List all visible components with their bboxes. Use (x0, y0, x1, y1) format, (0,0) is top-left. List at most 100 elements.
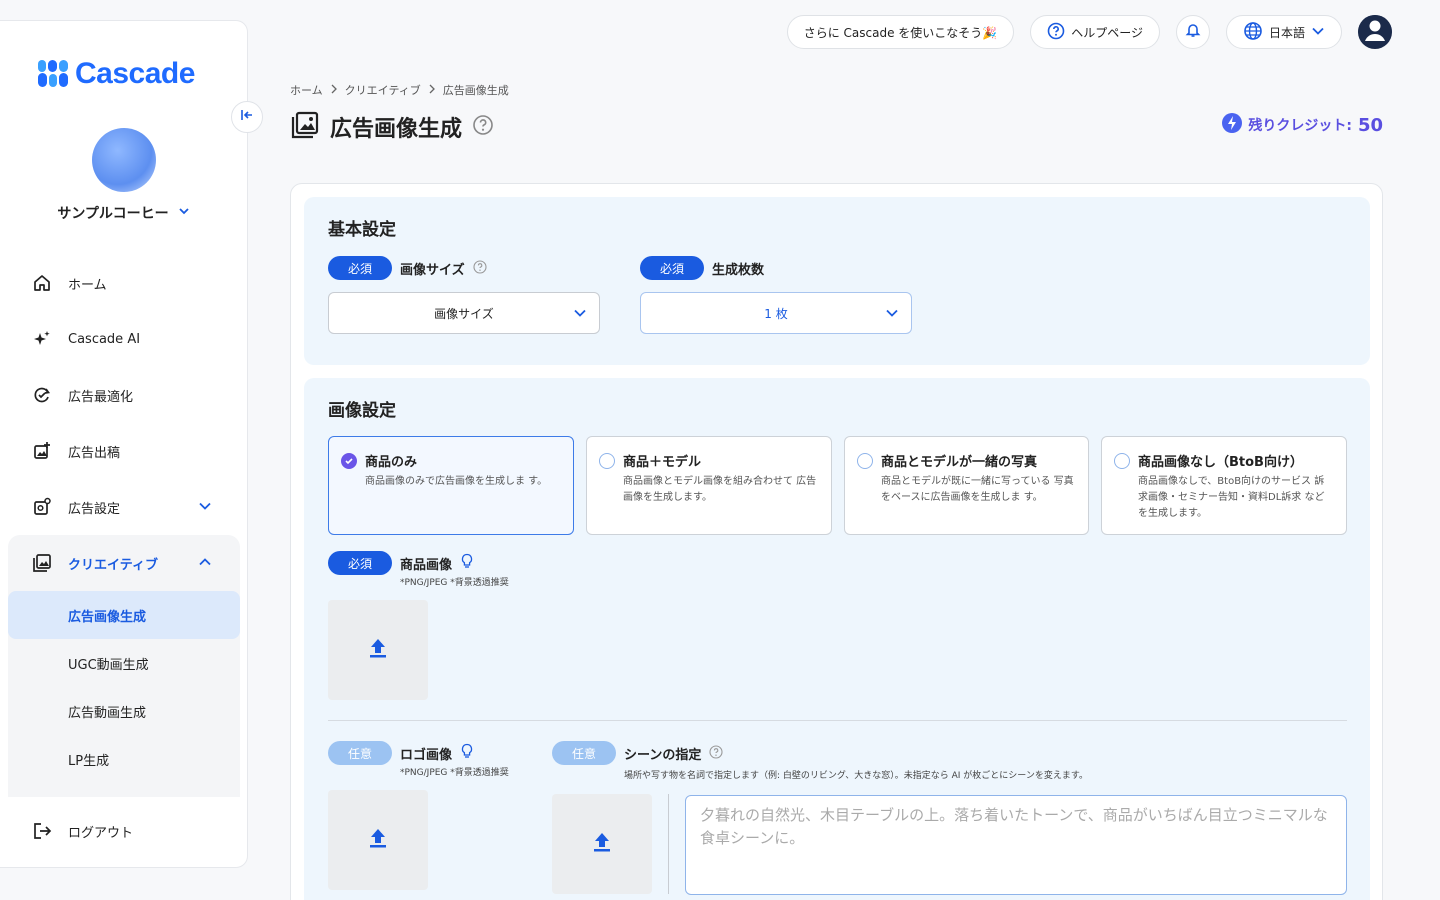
chevron-down-icon (1311, 24, 1325, 41)
count-select[interactable]: 1 枚 (640, 292, 912, 334)
scene-image-upload[interactable] (552, 794, 652, 894)
sidebar-item-label: クリエイティブ (68, 557, 158, 573)
option-product-model[interactable]: 商品＋モデル 商品画像とモデル画像を組み合わせて 広告画像を生成します。 (586, 436, 832, 535)
sidebar-subitem-ugc-video[interactable]: UGC動画生成 (8, 639, 240, 687)
sidebar-item-cascade-ai[interactable]: Cascade AI (8, 311, 240, 367)
option-title: 商品画像なし（BtoB向け） (1138, 455, 1303, 470)
option-title: 商品＋モデル (623, 455, 702, 470)
optional-badge: 任意 (328, 741, 392, 765)
logo-image-label: ロゴ画像 (400, 747, 453, 763)
credits-indicator: 残りクレジット: 50 (1222, 113, 1383, 137)
option-desc: 商品画像なしで、BtoB向けのサービス 訴求画像・セミナー告知・資料DL訴求 な… (1138, 476, 1325, 519)
help-label: ヘルプページ (1071, 25, 1143, 40)
count-label-row: 必須 生成枚数 (640, 256, 764, 280)
option-desc: 商品画像とモデル画像を組み合わせて 広告画像を生成します。 (623, 476, 817, 503)
option-desc: 商品とモデルが既に一緒に写っている 写真をベースに広告画像を生成しま す。 (881, 476, 1074, 503)
option-title: 商品とモデルが一緒の写真 (881, 455, 1038, 470)
credits-label: 残りクレジット: (1248, 118, 1352, 134)
breadcrumb-current: 広告画像生成 (442, 84, 509, 97)
question-icon[interactable] (473, 259, 487, 278)
sidebar-item-label: 広告設定 (68, 501, 121, 517)
lightbulb-icon[interactable] (460, 743, 474, 763)
product-image-upload[interactable] (328, 600, 428, 700)
breadcrumb-creative[interactable]: クリエイティブ (345, 82, 421, 98)
product-image-note: *PNG/JPEG *背景透過推奨 (400, 578, 509, 588)
image-size-label-row: 必須 画像サイズ (328, 256, 487, 280)
radio-unselected-icon (1114, 453, 1130, 469)
user-avatar-button[interactable] (1358, 15, 1392, 49)
logout-icon (32, 821, 52, 841)
option-title: 商品のみ (365, 455, 418, 470)
sidebar: Cascade サンプルコーヒー ホーム Cascade AI 広告最適化 広告… (0, 20, 248, 868)
notification-button[interactable] (1175, 15, 1210, 49)
required-badge: 必須 (640, 256, 704, 280)
publish-icon (32, 441, 52, 461)
optional-badge: 任意 (552, 741, 616, 765)
language-selector[interactable]: 日本語 (1225, 15, 1342, 49)
basic-settings-section: 基本設定 必須 画像サイズ 画像サイズ 必須 生成枚数 1 枚 (304, 197, 1370, 365)
sidebar-subitem-lp[interactable]: LP生成 (8, 735, 240, 783)
credits-value: 50 (1357, 114, 1383, 136)
collapse-left-icon (239, 107, 255, 127)
required-badge: 必須 (328, 551, 392, 575)
upload-icon (368, 637, 388, 663)
sidebar-item-label: Cascade AI (68, 331, 141, 347)
image-settings-section: 画像設定 商品のみ 商品画像のみで広告画像を生成しま す。 商品＋モデル 商品画… (304, 378, 1370, 900)
sidebar-item-label: 広告出稿 (68, 445, 121, 461)
language-label: 日本語 (1268, 25, 1305, 40)
company-avatar[interactable] (92, 128, 156, 192)
logout-button[interactable]: ログアウト (8, 803, 133, 859)
chevron-down-icon (177, 204, 191, 222)
chevron-right-icon (427, 84, 437, 97)
breadcrumb: ホーム クリエイティブ 広告画像生成 (290, 82, 509, 98)
breadcrumb-home[interactable]: ホーム (290, 82, 323, 98)
page-header: 広告画像生成 (290, 110, 494, 144)
chevron-down-icon (198, 499, 212, 517)
logo-image-upload[interactable] (328, 790, 428, 890)
sidebar-item-ad-optimization[interactable]: 広告最適化 (8, 367, 240, 423)
promo-button[interactable]: さらに Cascade を使いこなそう🎉 (786, 15, 1015, 49)
image-size-label: 画像サイズ (400, 262, 465, 278)
option-desc: 商品画像のみで広告画像を生成しま す。 (365, 476, 548, 487)
settings-image-icon (32, 497, 52, 517)
globe-icon (1243, 21, 1263, 44)
scene-label-row: 任意 シーンの指定 (552, 741, 723, 765)
option-product-with-model-photo[interactable]: 商品とモデルが一緒の写真 商品とモデルが既に一緒に写っている 写真をベースに広告… (844, 436, 1089, 535)
sidebar-item-creative[interactable]: クリエイティブ (8, 535, 240, 591)
sidebar-subitem-ad-image[interactable]: 広告画像生成 (8, 591, 240, 639)
collapse-sidebar-button[interactable] (231, 101, 263, 133)
gallery-icon (32, 553, 52, 573)
basic-settings-title: 基本設定 (328, 220, 396, 240)
main-card: 基本設定 必須 画像サイズ 画像サイズ 必須 生成枚数 1 枚 画像設定 商品の… (290, 183, 1383, 900)
logo-image-note: *PNG/JPEG *背景透過推奨 (400, 768, 509, 778)
sidebar-item-ad-settings[interactable]: 広告設定 (8, 479, 240, 535)
company-switcher[interactable]: サンプルコーヒー (0, 203, 248, 223)
sidebar-subitem-ad-video[interactable]: 広告動画生成 (8, 687, 240, 735)
question-icon[interactable] (709, 744, 723, 763)
vertical-divider (668, 794, 669, 894)
sidebar-item-ad-publish[interactable]: 広告出稿 (8, 423, 240, 479)
user-icon (1358, 15, 1392, 49)
scene-label: シーンの指定 (624, 747, 702, 763)
image-size-select[interactable]: 画像サイズ (328, 292, 600, 334)
option-no-product-btob[interactable]: 商品画像なし（BtoB向け） 商品画像なしで、BtoB向けのサービス 訴求画像・… (1101, 436, 1347, 535)
radio-unselected-icon (857, 453, 873, 469)
help-button[interactable]: ヘルプページ (1030, 15, 1160, 49)
topbar: さらに Cascade を使いこなそう🎉 ヘルプページ 日本語 (786, 15, 1392, 49)
option-product-only[interactable]: 商品のみ 商品画像のみで広告画像を生成しま す。 (328, 436, 574, 535)
question-icon[interactable] (472, 114, 494, 140)
chevron-right-icon (329, 84, 339, 97)
scene-textarea[interactable]: 夕暮れの自然光、木目テーブルの上。落ち着いたトーンで、商品がいちばん目立つミニマ… (685, 795, 1347, 895)
chevron-down-icon (573, 306, 587, 323)
lightbulb-icon[interactable] (460, 553, 474, 573)
sidebar-item-home[interactable]: ホーム (8, 255, 240, 311)
home-icon (32, 273, 52, 293)
bell-icon (1185, 22, 1201, 42)
divider (328, 720, 1347, 721)
page-title: 広告画像生成 (330, 117, 463, 142)
lightning-icon (1222, 113, 1243, 137)
cascade-logo[interactable]: Cascade (37, 57, 195, 91)
promo-label: さらに Cascade を使いこなそう🎉 (803, 25, 998, 40)
radio-selected-icon (341, 453, 357, 469)
sidebar-group-creative: クリエイティブ 広告画像生成 UGC動画生成 広告動画生成 LP生成 (8, 535, 240, 797)
